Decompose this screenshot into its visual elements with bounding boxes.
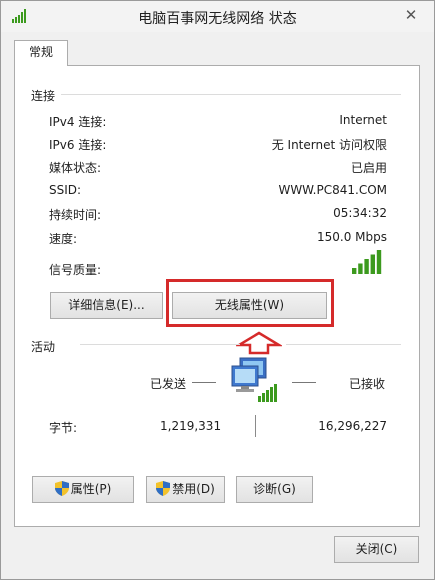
signal-bar <box>376 250 382 274</box>
media-state-label: 媒体状态: <box>49 161 102 175</box>
tab-general[interactable]: 常规 <box>14 40 68 66</box>
close-button[interactable]: 关闭(C) <box>334 536 419 563</box>
duration-label: 持续时间: <box>49 208 102 222</box>
received-line <box>292 382 316 383</box>
signal-strength-icon <box>352 250 382 274</box>
disable-button[interactable]: 禁用(D) <box>146 476 225 503</box>
activity-heading: 活动 <box>31 340 56 354</box>
ipv6-value: 无 Internet 访问权限 <box>271 138 387 152</box>
ipv4-label: IPv4 连接: <box>49 115 107 129</box>
up-arrow-icon <box>236 331 282 355</box>
signal-bar <box>358 263 363 274</box>
bytes-received-value: 16,296,227 <box>318 419 387 433</box>
bytes-sent-value: 1,219,331 <box>160 419 222 433</box>
shield-icon <box>156 481 171 496</box>
connection-divider <box>61 94 401 95</box>
window-title: 电脑百事网无线网络 状态 <box>138 11 297 27</box>
network-computers-icon <box>231 357 277 402</box>
signal-bar <box>352 268 357 274</box>
ssid-label: SSID: <box>49 183 82 197</box>
received-label: 已接收 <box>349 377 386 391</box>
details-button[interactable]: 详细信息(E)... <box>50 292 163 319</box>
close-icon[interactable]: ✕ <box>398 5 424 25</box>
highlight-box <box>166 279 334 327</box>
shield-icon <box>54 481 69 496</box>
bytes-label: 字节: <box>49 421 78 435</box>
ipv6-label: IPv6 连接: <box>49 138 107 152</box>
ipv4-value: Internet <box>339 113 387 127</box>
sent-line <box>192 382 216 383</box>
diagnose-button[interactable]: 诊断(G) <box>236 476 313 503</box>
duration-value: 05:34:32 <box>333 206 387 220</box>
signal-quality-label: 信号质量: <box>49 263 102 277</box>
properties-button[interactable]: 属性(P) <box>32 476 134 503</box>
ssid-value: WWW.PC841.COM <box>278 183 387 197</box>
bytes-divider <box>255 415 256 437</box>
title-bar: 电脑百事网无线网络 状态 ✕ <box>1 1 434 32</box>
signal-bar <box>364 259 369 274</box>
activity-divider-left <box>80 344 240 345</box>
sent-label: 已发送 <box>150 377 187 391</box>
media-state-value: 已启用 <box>350 161 387 175</box>
speed-value: 150.0 Mbps <box>316 230 387 244</box>
activity-divider-right <box>286 344 401 345</box>
speed-label: 速度: <box>49 232 78 246</box>
properties-button-label: 属性(P) <box>70 482 112 496</box>
connection-heading: 连接 <box>31 89 56 103</box>
signal-bar <box>370 254 375 274</box>
disable-button-label: 禁用(D) <box>172 482 215 496</box>
